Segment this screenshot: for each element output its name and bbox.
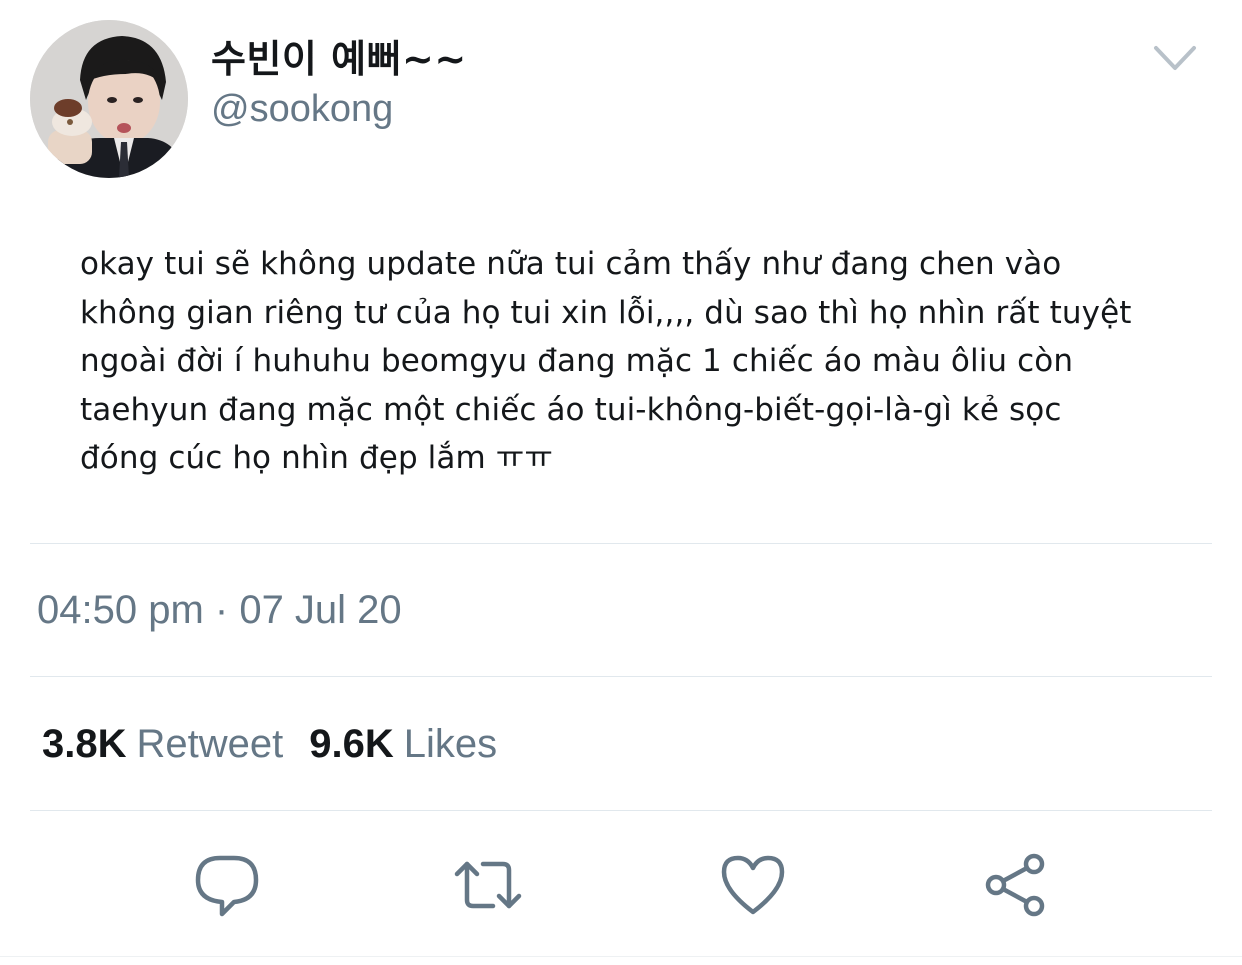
retweets-stat[interactable]: 3.8K Retweet: [42, 722, 283, 766]
user-handle[interactable]: @sookong: [211, 88, 393, 131]
retweet-icon: [454, 861, 522, 909]
tweet-text: okay tui sẽ không update nữa tui cảm thấ…: [80, 246, 1132, 476]
reply-button[interactable]: [192, 850, 262, 920]
bottom-divider: [0, 956, 1242, 957]
tweet-detail: 수빈이 예뻐~~ @sookong okay tui sẽ không upda…: [0, 0, 1242, 965]
chevron-down-icon[interactable]: [1150, 36, 1200, 78]
retweet-button[interactable]: [453, 850, 523, 920]
display-name[interactable]: 수빈이 예뻐~~: [211, 28, 467, 83]
share-icon: [985, 853, 1045, 917]
divider: [30, 676, 1212, 677]
tweet-timestamp[interactable]: 04:50 pm · 07 Jul 20: [37, 588, 402, 633]
retweets-count: 3.8K: [42, 722, 127, 766]
reply-icon: [195, 855, 259, 917]
profile-photo-icon: [30, 20, 188, 178]
like-button[interactable]: [718, 850, 788, 920]
avatar[interactable]: [30, 20, 188, 178]
tweet-stats: 3.8K Retweet 9.6K Likes: [42, 722, 497, 767]
divider: [30, 810, 1212, 811]
divider: [30, 543, 1212, 544]
likes-label: Likes: [403, 722, 498, 766]
likes-count: 9.6K: [309, 722, 394, 766]
like-icon: [721, 855, 785, 915]
likes-stat[interactable]: 9.6K Likes: [309, 722, 497, 766]
retweets-label: Retweet: [136, 722, 284, 766]
share-button[interactable]: [980, 850, 1050, 920]
